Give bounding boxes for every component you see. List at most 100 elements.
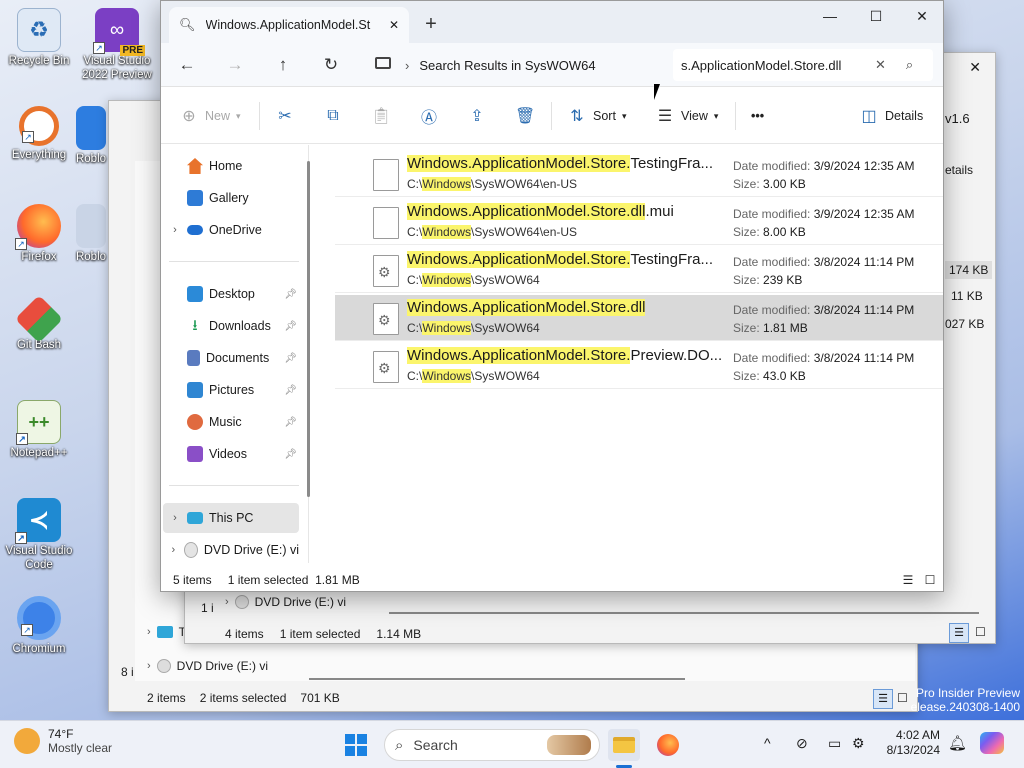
- desktop-icon-recycle-bin[interactable]: ♻ Recycle Bin: [1, 8, 77, 68]
- horizontal-scrollbar[interactable]: [309, 678, 685, 680]
- paste-button[interactable]: 📋︎: [371, 102, 391, 130]
- nav-item-gallery[interactable]: Gallery: [163, 183, 299, 213]
- nav-pane-scrollbar[interactable]: [307, 161, 310, 497]
- chevron-down-icon: ▾: [621, 110, 627, 121]
- sort-icon: ⇅: [570, 108, 584, 125]
- view-button[interactable]: ☰ View ▾: [655, 102, 719, 130]
- horizontal-scrollbar[interactable]: [389, 612, 979, 614]
- network-icon[interactable]: ⊘: [796, 735, 808, 752]
- result-row[interactable]: Windows.ApplicationModel.Store.TestingFr…: [335, 247, 943, 293]
- clock[interactable]: 4:02 AM 8/13/2024: [880, 728, 940, 758]
- version-label: v1.6: [945, 111, 970, 126]
- maximize-button[interactable]: ☐: [853, 5, 899, 29]
- title-bar[interactable]: 🔍︎ Windows.ApplicationModel.St ✕ + — ☐ ✕: [161, 1, 943, 43]
- chevron-right-icon[interactable]: ›: [163, 544, 184, 556]
- details-view-button[interactable]: ☰: [901, 573, 915, 587]
- new-tab-button[interactable]: +: [419, 13, 443, 37]
- result-row[interactable]: Windows.ApplicationModel.Store.TestingFr…: [335, 151, 943, 197]
- search-icon[interactable]: ⌕: [906, 57, 913, 73]
- nav-item-dvd-drive[interactable]: › DVD Drive (E:) vi: [147, 659, 268, 673]
- documents-icon: [187, 350, 200, 366]
- pin-icon[interactable]: 📌︎: [284, 353, 297, 364]
- quick-settings-icon[interactable]: ⚙: [852, 735, 865, 752]
- refresh-button[interactable]: ↻: [315, 51, 347, 79]
- see-more-button[interactable]: •••: [751, 102, 764, 130]
- nav-item-home[interactable]: Home: [163, 151, 299, 181]
- pin-icon[interactable]: 📌︎: [284, 385, 297, 396]
- nav-item-videos[interactable]: Videos 📌︎: [163, 439, 299, 469]
- firefox-taskbar-button[interactable]: [652, 729, 684, 761]
- minimize-button[interactable]: —: [807, 5, 853, 29]
- pictures-icon: [187, 382, 203, 398]
- file-path: C:\Windows\SysWOW64\en-US: [407, 225, 578, 239]
- result-row[interactable]: Windows.ApplicationModel.Store.dll.mui C:…: [335, 199, 943, 245]
- pin-icon[interactable]: 📌︎: [284, 417, 297, 428]
- date-modified: Date modified: 3/8/2024 11:14 PM: [733, 255, 915, 269]
- file-name: Windows.ApplicationModel.Store.TestingFr…: [407, 251, 713, 268]
- disc-icon: [156, 659, 171, 673]
- copilot-icon[interactable]: [980, 732, 1004, 754]
- result-row[interactable]: Windows.ApplicationModel.Store.dll C:\Win…: [335, 295, 943, 341]
- details-view-button[interactable]: ☰: [949, 623, 969, 643]
- show-hidden-icons-button[interactable]: ^: [764, 735, 771, 751]
- cut-button[interactable]: ✂: [275, 102, 295, 130]
- desktop-icon-visual-studio-preview[interactable]: ∞ PRE ↗ Visual Studio 2022 Preview: [79, 8, 155, 82]
- pin-icon[interactable]: 📌︎: [284, 289, 297, 300]
- back-window-close-icon[interactable]: ✕: [969, 59, 981, 76]
- taskbar-search[interactable]: ⌕ Search: [384, 729, 600, 761]
- result-row[interactable]: Windows.ApplicationModel.Store.Preview.D…: [335, 343, 943, 389]
- pin-icon[interactable]: 📌︎: [284, 449, 297, 460]
- nav-item-this-pc[interactable]: › This PC: [163, 503, 299, 533]
- nav-item-documents[interactable]: Documents 📌︎: [163, 343, 299, 373]
- rename-button[interactable]: Ⓐ: [419, 102, 439, 130]
- display-icon[interactable]: ▭: [828, 735, 841, 752]
- up-button[interactable]: ↑: [267, 51, 299, 79]
- file-explorer-window[interactable]: 🔍︎ Windows.ApplicationModel.St ✕ + — ☐ ✕…: [160, 0, 944, 592]
- clear-search-icon[interactable]: ✕: [875, 57, 886, 73]
- size-value: 174 KB: [945, 261, 993, 279]
- chevron-right-icon[interactable]: ›: [163, 224, 187, 236]
- start-button[interactable]: [340, 729, 372, 761]
- monitor-icon[interactable]: [375, 57, 391, 69]
- desktop-icon-notepad-plus-plus[interactable]: ++ ↗ Notepad++: [1, 400, 77, 460]
- desktop-icon-vscode[interactable]: ≺ ↗ Visual Studio Code: [1, 498, 77, 572]
- navigation-pane[interactable]: Home Gallery › OneDrive Desktop 📌︎ ⭳ Dow…: [161, 145, 309, 563]
- nav-item-onedrive[interactable]: › OneDrive: [163, 215, 299, 245]
- search-input[interactable]: [681, 57, 859, 73]
- share-icon: ⇪: [470, 108, 484, 125]
- chevron-down-icon: ▾: [713, 110, 719, 121]
- breadcrumb[interactable]: › Search Results in SysWOW64: [405, 51, 695, 79]
- close-button[interactable]: ✕: [899, 5, 945, 29]
- command-bar: ⊕ New ▾ ✂ ⧉ 📋︎ Ⓐ ⇪ 🗑︎ ⇅ Sort ▾ ☰ View ▾ …: [161, 88, 943, 144]
- back-button[interactable]: ←: [171, 51, 203, 79]
- nav-item-downloads[interactable]: ⭳ Downloads 📌︎: [163, 311, 299, 341]
- desktop-icon-chromium[interactable]: ↗ Chromium: [1, 596, 77, 656]
- nav-item-dvd-drive[interactable]: › DVD Drive (E:) vi: [225, 595, 346, 609]
- copy-button[interactable]: ⧉: [323, 102, 343, 130]
- new-button[interactable]: ⊕ New ▾: [179, 102, 240, 130]
- nav-item-music[interactable]: Music 📌︎: [163, 407, 299, 437]
- sort-button[interactable]: ⇅ Sort ▾: [567, 102, 626, 130]
- delete-button[interactable]: 🗑︎: [515, 102, 535, 130]
- nav-item-desktop[interactable]: Desktop 📌︎: [163, 279, 299, 309]
- close-tab-icon[interactable]: ✕: [389, 18, 399, 32]
- weather-widget[interactable]: 74°F Mostly clear: [14, 727, 112, 755]
- pin-icon[interactable]: 📌︎: [284, 321, 297, 332]
- tiles-view-button[interactable]: ☐: [923, 573, 937, 587]
- nav-item-pictures[interactable]: Pictures 📌︎: [163, 375, 299, 405]
- visual-studio-preview-icon: ∞ PRE ↗: [93, 8, 145, 56]
- share-button[interactable]: ⇪: [467, 102, 487, 130]
- chevron-right-icon[interactable]: ›: [163, 512, 187, 524]
- search-box[interactable]: ✕ ⌕: [673, 49, 933, 81]
- file-explorer-taskbar-button[interactable]: [608, 729, 640, 761]
- notification-bell-icon[interactable]: 🔔︎: [948, 734, 967, 752]
- search-results-list[interactable]: Windows.ApplicationModel.Store.TestingFr…: [333, 151, 945, 561]
- partial-status-text: 8 i: [121, 665, 134, 679]
- nav-item-dvd-drive[interactable]: › DVD Drive (E:) vi: [163, 535, 299, 563]
- details-pane-button[interactable]: ◫ Details: [859, 102, 923, 130]
- tab-search-results[interactable]: 🔍︎ Windows.ApplicationModel.St ✕: [169, 7, 409, 43]
- desktop-icon-git-bash[interactable]: Git Bash: [1, 294, 77, 352]
- breadcrumb-location[interactable]: Search Results in SysWOW64: [419, 58, 595, 73]
- forward-button[interactable]: →: [219, 51, 251, 79]
- tiles-view-button[interactable]: ☐: [975, 625, 986, 639]
